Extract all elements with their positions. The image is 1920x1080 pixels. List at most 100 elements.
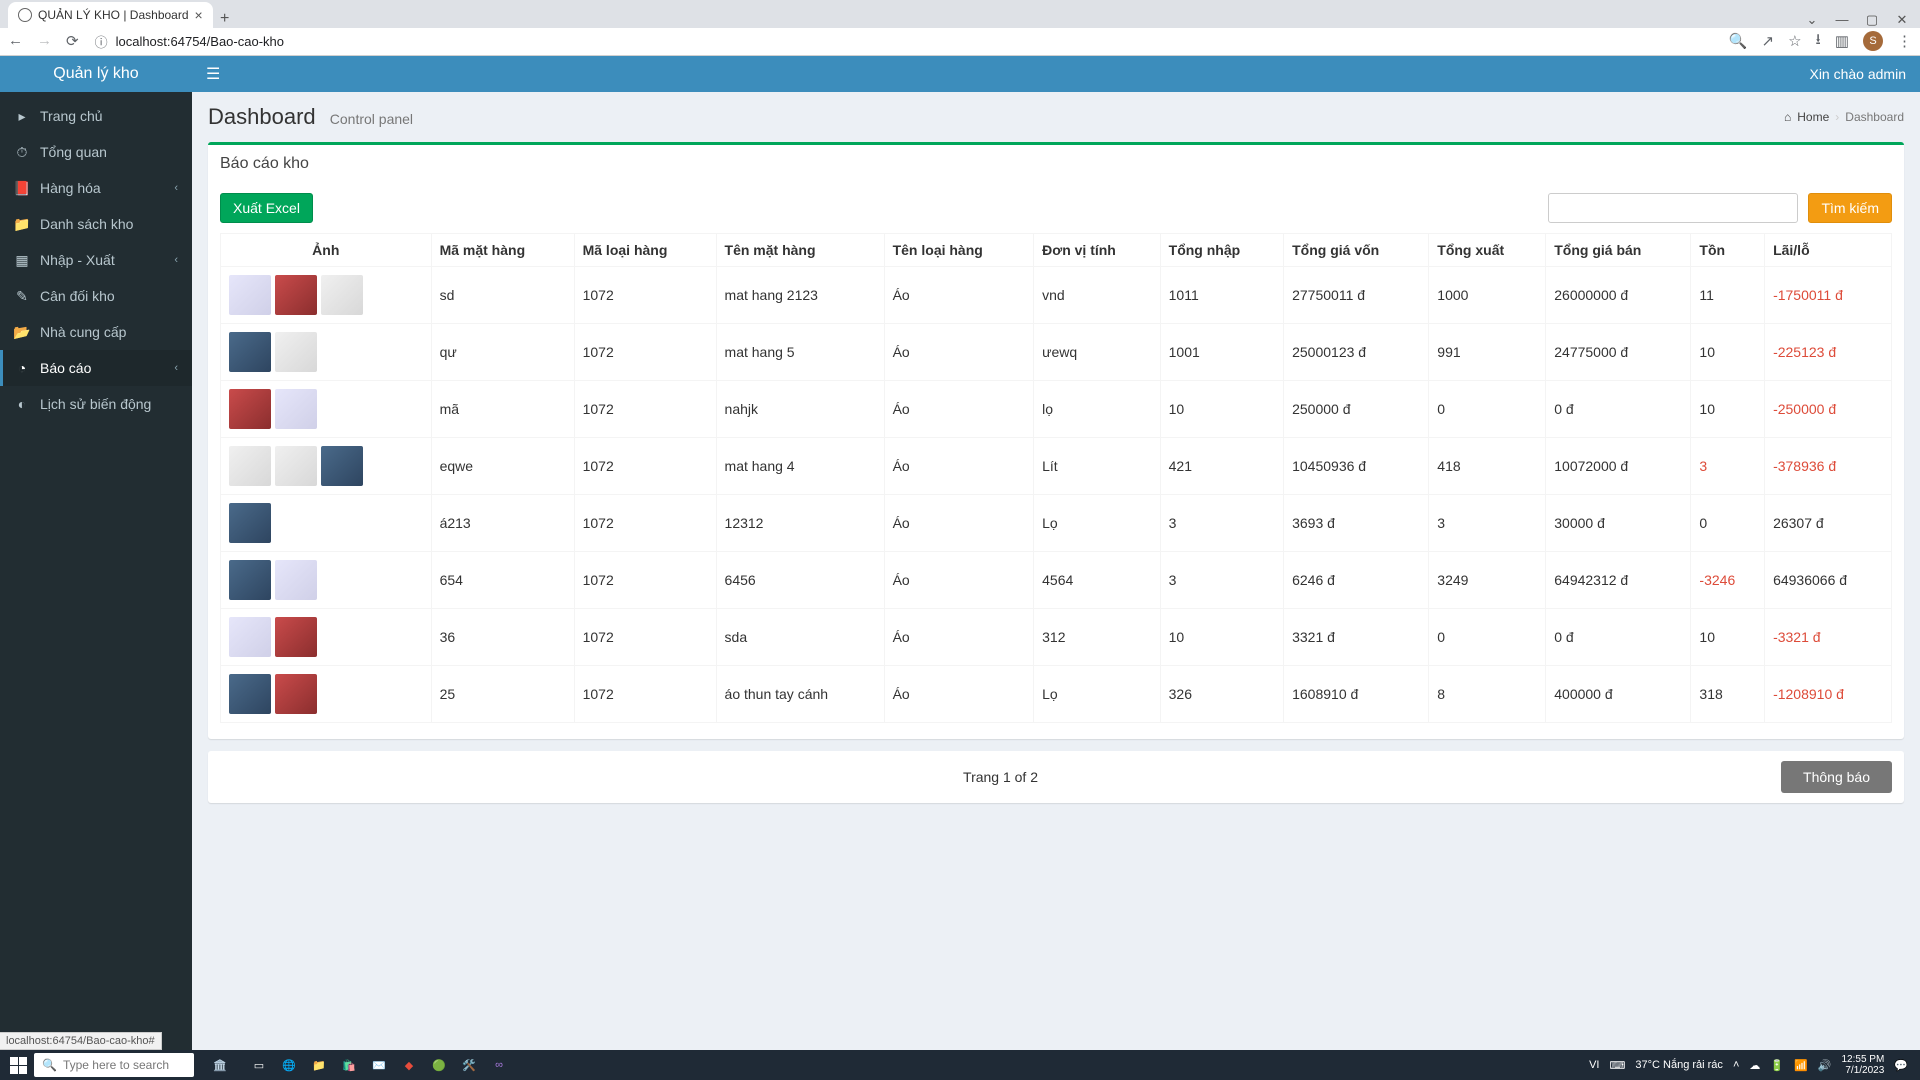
- tray-chevron-up-icon[interactable]: ˄: [1733, 1059, 1739, 1071]
- product-thumbnail: [275, 617, 317, 657]
- hamburger-icon[interactable]: ☰: [206, 64, 220, 84]
- sidebar-item-label: Nhập - Xuất: [40, 252, 115, 268]
- cell-ton: 10: [1691, 381, 1765, 438]
- zoom-icon[interactable]: 🔍: [1729, 32, 1748, 50]
- table-row[interactable]: á213107212312ÁoLọ33693 đ330000 đ026307 đ: [221, 495, 1892, 552]
- table-row[interactable]: 65410726456Áo456436246 đ324964942312 đ-3…: [221, 552, 1892, 609]
- breadcrumb-sep: ›: [1835, 110, 1839, 124]
- tray-volume-icon[interactable]: 🔊: [1818, 1059, 1832, 1072]
- cell-tong_nhap: 421: [1160, 438, 1283, 495]
- new-tab-button[interactable]: +: [213, 10, 237, 28]
- sidebar-item-0[interactable]: ▸Trang chủ: [0, 98, 192, 134]
- bookmark-icon[interactable]: ☆: [1788, 32, 1801, 50]
- forward-icon[interactable]: →: [37, 32, 52, 50]
- taskbar-task-view[interactable]: ▭: [246, 1053, 272, 1077]
- tray-clock[interactable]: 12:55 PM 7/1/2023: [1841, 1054, 1884, 1076]
- cell-image: [221, 381, 432, 438]
- table-row[interactable]: mã1072nahjkÁolọ10250000 đ00 đ10-250000 đ: [221, 381, 1892, 438]
- taskbar-edge[interactable]: 🌐: [276, 1053, 302, 1077]
- tray-weather[interactable]: 37°C Nắng rải rác: [1635, 1059, 1723, 1071]
- start-button[interactable]: [6, 1053, 30, 1077]
- tray-lang[interactable]: VI: [1589, 1059, 1599, 1071]
- taskbar-vs[interactable]: ∞: [486, 1053, 512, 1077]
- sidebar-item-2[interactable]: 📕Hàng hóa‹: [0, 170, 192, 206]
- taskbar-store[interactable]: 🛍️: [336, 1053, 362, 1077]
- taskbar-search[interactable]: 🔍 Type here to search: [34, 1053, 194, 1077]
- cell-ma_lh: 1072: [574, 552, 716, 609]
- sidebar-item-8[interactable]: ◐Lịch sử biến động: [0, 386, 192, 422]
- table-row[interactable]: 251072áo thun tay cánhÁoLọ3261608910 đ84…: [221, 666, 1892, 723]
- cell-ten_lh: Áo: [884, 324, 1034, 381]
- cell-gia_ban: 64942312 đ: [1546, 552, 1691, 609]
- cell-lai-lo: -250000 đ: [1765, 381, 1892, 438]
- dashboard-icon: ⌂: [1784, 110, 1791, 124]
- cell-ten_lh: Áo: [884, 609, 1034, 666]
- notify-button[interactable]: Thông báo: [1781, 761, 1892, 793]
- sidebar-item-label: Nhà cung cấp: [40, 324, 126, 340]
- table-col-header: Đơn vị tính: [1034, 234, 1161, 267]
- profile-avatar[interactable]: S: [1863, 31, 1883, 51]
- sidebar-item-label: Danh sách kho: [40, 216, 133, 232]
- breadcrumb-home[interactable]: Home: [1797, 110, 1829, 124]
- product-thumbnail: [229, 617, 271, 657]
- sidebar-item-1[interactable]: ⏱Tổng quan: [0, 134, 192, 170]
- sidebar-item-7[interactable]: ◔Báo cáo‹: [0, 350, 192, 386]
- menu-icon[interactable]: ⋮: [1897, 32, 1912, 50]
- download-icon[interactable]: ⭳: [1816, 29, 1821, 54]
- cell-ten_mh: 12312: [716, 495, 884, 552]
- main-area: ☰ Xin chào admin Dashboard Control panel…: [192, 56, 1920, 1050]
- tray-wifi-icon[interactable]: 📶: [1794, 1059, 1808, 1072]
- taskbar-app-1[interactable]: 🏛️: [198, 1053, 242, 1077]
- cell-dvt: 312: [1034, 609, 1161, 666]
- sidebar-item-5[interactable]: ✎Cân đối kho: [0, 278, 192, 314]
- table-row[interactable]: eqwe1072mat hang 4ÁoLít42110450936 đ4181…: [221, 438, 1892, 495]
- cell-ma_mh: 25: [431, 666, 574, 723]
- sidebar-item-6[interactable]: 📂Nhà cung cấp: [0, 314, 192, 350]
- table-row[interactable]: 361072sdaÁo312103321 đ00 đ10-3321 đ: [221, 609, 1892, 666]
- cell-ma_mh: 654: [431, 552, 574, 609]
- taskbar-tools[interactable]: 🛠️: [456, 1053, 482, 1077]
- taskbar-app-2[interactable]: ◆: [396, 1053, 422, 1077]
- minimize-icon[interactable]: —: [1828, 12, 1856, 27]
- cell-ma_mh: eqwe: [431, 438, 574, 495]
- reload-icon[interactable]: ⟳: [66, 32, 79, 50]
- tray-keyboard-icon[interactable]: ⌨: [1609, 1059, 1625, 1072]
- maximize-icon[interactable]: ▢: [1858, 12, 1886, 28]
- sidebar-item-4[interactable]: ▦Nhập - Xuất‹: [0, 242, 192, 278]
- table-col-header: Tồn: [1691, 234, 1765, 267]
- close-window-icon[interactable]: ✕: [1888, 12, 1916, 28]
- url-box[interactable]: ⓘ localhost:64754/Bao-cao-kho: [95, 32, 1719, 51]
- share-icon[interactable]: ↗: [1762, 32, 1775, 50]
- tray-battery-icon[interactable]: 🔋: [1770, 1059, 1784, 1072]
- cell-ton: 3: [1691, 438, 1765, 495]
- chevron-down-icon[interactable]: ⌄: [1798, 12, 1826, 28]
- search-button[interactable]: Tìm kiếm: [1808, 193, 1892, 223]
- export-excel-button[interactable]: Xuất Excel: [220, 193, 313, 223]
- cell-tong_nhap: 10: [1160, 609, 1283, 666]
- table-row[interactable]: qư1072mat hang 5Áoưewq100125000123 đ9912…: [221, 324, 1892, 381]
- cell-gia_ban: 24775000 đ: [1546, 324, 1691, 381]
- browser-tab[interactable]: QUẢN LÝ KHO | Dashboard ×: [8, 2, 213, 28]
- cell-tong_nhap: 1011: [1160, 267, 1283, 324]
- search-input[interactable]: [1548, 193, 1798, 223]
- cell-gia_ban: 30000 đ: [1546, 495, 1691, 552]
- taskbar-explorer[interactable]: 📁: [306, 1053, 332, 1077]
- tray-cloud-icon[interactable]: ☁: [1749, 1059, 1760, 1072]
- sidebar-item-3[interactable]: 📁Danh sách kho: [0, 206, 192, 242]
- brand-logo[interactable]: Quản lý kho: [0, 56, 192, 92]
- cell-lai-lo: -1750011 đ: [1765, 267, 1892, 324]
- table-row[interactable]: sd1072mat hang 2123Áovnd101127750011 đ10…: [221, 267, 1892, 324]
- product-thumbnail: [321, 446, 363, 486]
- table-col-header: Lãi/lỗ: [1765, 234, 1892, 267]
- product-thumbnail: [229, 275, 271, 315]
- tray-notifications-icon[interactable]: 💬: [1894, 1059, 1908, 1072]
- pager-text: Trang 1 of 2: [220, 769, 1781, 785]
- panel-icon[interactable]: ▥: [1835, 32, 1849, 50]
- menu-icon: ◐: [14, 396, 30, 412]
- taskbar-mail[interactable]: ✉️: [366, 1053, 392, 1077]
- back-icon[interactable]: ←: [8, 32, 23, 50]
- taskbar-chrome[interactable]: 🟢: [426, 1053, 452, 1077]
- close-tab-icon[interactable]: ×: [195, 7, 203, 23]
- browser-address-bar: ← → ⟳ ⓘ localhost:64754/Bao-cao-kho 🔍 ↗ …: [0, 28, 1920, 56]
- cell-gia_von: 250000 đ: [1284, 381, 1429, 438]
